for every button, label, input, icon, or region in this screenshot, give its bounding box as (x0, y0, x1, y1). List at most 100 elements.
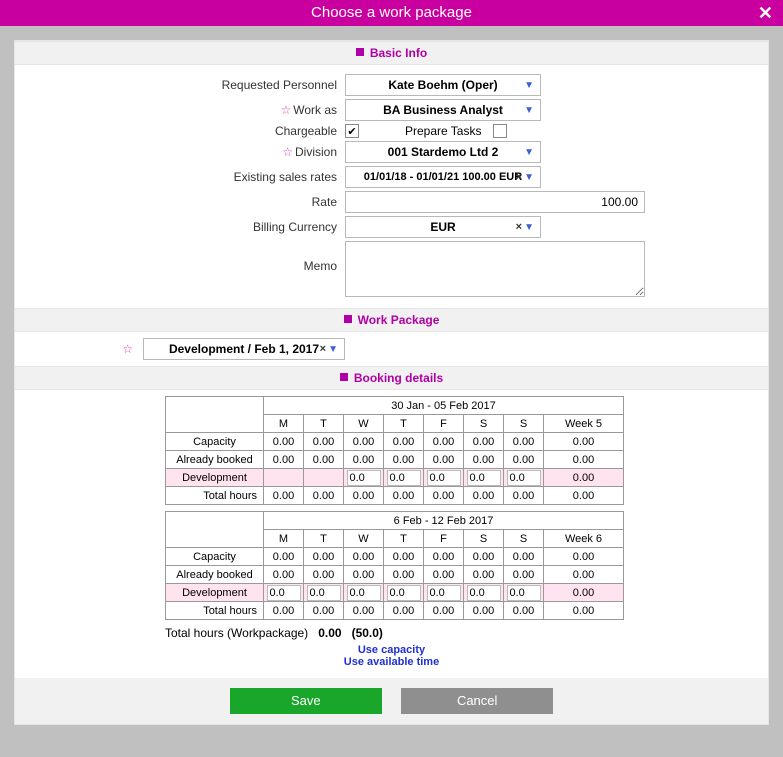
billing-currency-select[interactable]: EUR × ▼ (345, 216, 541, 238)
booking-week-table: 6 Feb - 12 Feb 2017MTWTFSSWeek 6Capacity… (165, 511, 624, 620)
clear-icon[interactable]: × (320, 343, 326, 355)
section-booking-details: Booking details (15, 366, 768, 390)
day-header: T (304, 530, 344, 548)
week-label: Week 6 (544, 530, 624, 548)
label-billing-currency: Billing Currency (15, 220, 345, 234)
development-input[interactable] (267, 585, 301, 601)
cancel-button[interactable]: Cancel (401, 688, 553, 714)
title-text: Choose a work package (311, 4, 472, 21)
development-input[interactable] (427, 470, 461, 486)
already-booked-cell: 0.00 (264, 566, 304, 584)
division-select[interactable]: 001 Stardemo Ltd 2 ▼ (345, 141, 541, 163)
total-hours-line: Total hours (Workpackage) 0.00 (50.0) (165, 626, 768, 640)
already-booked-cell: 0.00 (304, 451, 344, 469)
work-as-select[interactable]: BA Business Analyst ▼ (345, 99, 541, 121)
capacity-label: Capacity (166, 433, 264, 451)
memo-textarea[interactable] (345, 241, 645, 297)
capacity-cell: 0.00 (344, 548, 384, 566)
development-input[interactable] (467, 585, 501, 601)
clear-icon[interactable]: × (516, 171, 522, 183)
already-booked-cell: 0.00 (384, 566, 424, 584)
work-package-select[interactable]: Development / Feb 1, 2017 × ▼ (143, 338, 345, 360)
day-header: S (504, 415, 544, 433)
chargeable-checkbox[interactable]: ✔ (345, 124, 359, 138)
chevron-down-icon: ▼ (524, 172, 534, 183)
requested-personnel-select[interactable]: Kate Boehm (Oper) ▼ (345, 74, 541, 96)
already-booked-cell: 0.00 (264, 451, 304, 469)
day-header: W (344, 530, 384, 548)
capacity-cell: 0.00 (504, 548, 544, 566)
square-icon (356, 48, 364, 56)
total-cell: 0.00 (544, 602, 624, 620)
development-input[interactable] (387, 470, 421, 486)
development-cell[interactable] (424, 584, 464, 602)
use-available-link[interactable]: Use available time (15, 656, 768, 668)
development-cell[interactable] (464, 584, 504, 602)
development-cell[interactable] (504, 469, 544, 487)
section-work-package: Work Package (15, 308, 768, 332)
total-cell: 0.00 (264, 602, 304, 620)
already-booked-cell: 0.00 (384, 451, 424, 469)
development-cell[interactable] (344, 469, 384, 487)
square-icon (340, 373, 348, 381)
development-input[interactable] (427, 585, 461, 601)
total-cell: 0.00 (264, 487, 304, 505)
rate-input[interactable] (345, 191, 645, 213)
total-cell: 0.00 (464, 602, 504, 620)
already-booked-cell: 0.00 (344, 451, 384, 469)
existing-rates-select[interactable]: 01/01/18 - 01/01/21 100.00 EUR × ▼ (345, 166, 541, 188)
day-header: W (344, 415, 384, 433)
prepare-tasks-checkbox[interactable] (493, 124, 507, 138)
capacity-cell: 0.00 (464, 548, 504, 566)
capacity-label: Capacity (166, 548, 264, 566)
close-icon[interactable]: ✕ (758, 0, 773, 26)
day-header: S (464, 530, 504, 548)
already-booked-label: Already booked (166, 451, 264, 469)
total-cell: 0.00 (384, 487, 424, 505)
capacity-cell: 0.00 (344, 433, 384, 451)
capacity-cell: 0.00 (464, 433, 504, 451)
capacity-cell: 0.00 (304, 548, 344, 566)
already-booked-cell: 0.00 (504, 451, 544, 469)
development-input[interactable] (387, 585, 421, 601)
week-range: 30 Jan - 05 Feb 2017 (264, 397, 624, 415)
development-week: 0.00 (544, 469, 624, 487)
development-cell (264, 469, 304, 487)
development-cell[interactable] (344, 584, 384, 602)
already-booked-cell: 0.00 (544, 566, 624, 584)
clear-icon[interactable]: × (516, 221, 522, 233)
development-cell[interactable] (384, 584, 424, 602)
development-cell[interactable] (464, 469, 504, 487)
chevron-down-icon: ▼ (524, 222, 534, 233)
use-capacity-link[interactable]: Use capacity (15, 644, 768, 656)
development-cell[interactable] (504, 584, 544, 602)
capacity-cell: 0.00 (544, 433, 624, 451)
total-cell: 0.00 (504, 602, 544, 620)
label-prepare-tasks: Prepare Tasks (405, 124, 481, 138)
development-input[interactable] (307, 585, 341, 601)
total-cell: 0.00 (344, 602, 384, 620)
development-input[interactable] (467, 470, 501, 486)
development-label: Development (166, 584, 264, 602)
development-input[interactable] (507, 470, 541, 486)
save-button[interactable]: Save (230, 688, 382, 714)
total-cell: 0.00 (424, 487, 464, 505)
development-input[interactable] (347, 470, 381, 486)
total-cell: 0.00 (504, 487, 544, 505)
week-label: Week 5 (544, 415, 624, 433)
capacity-cell: 0.00 (424, 548, 464, 566)
development-input[interactable] (347, 585, 381, 601)
label-rate: Rate (15, 195, 345, 209)
total-cell: 0.00 (384, 602, 424, 620)
development-label: Development (166, 469, 264, 487)
development-cell[interactable] (424, 469, 464, 487)
development-cell[interactable] (264, 584, 304, 602)
capacity-cell: 0.00 (264, 548, 304, 566)
development-cell[interactable] (384, 469, 424, 487)
development-cell[interactable] (304, 584, 344, 602)
development-input[interactable] (507, 585, 541, 601)
label-work-as: ☆Work as (15, 103, 345, 117)
total-cell: 0.00 (344, 487, 384, 505)
capacity-cell: 0.00 (304, 433, 344, 451)
label-existing-rates: Existing sales rates (15, 170, 345, 184)
